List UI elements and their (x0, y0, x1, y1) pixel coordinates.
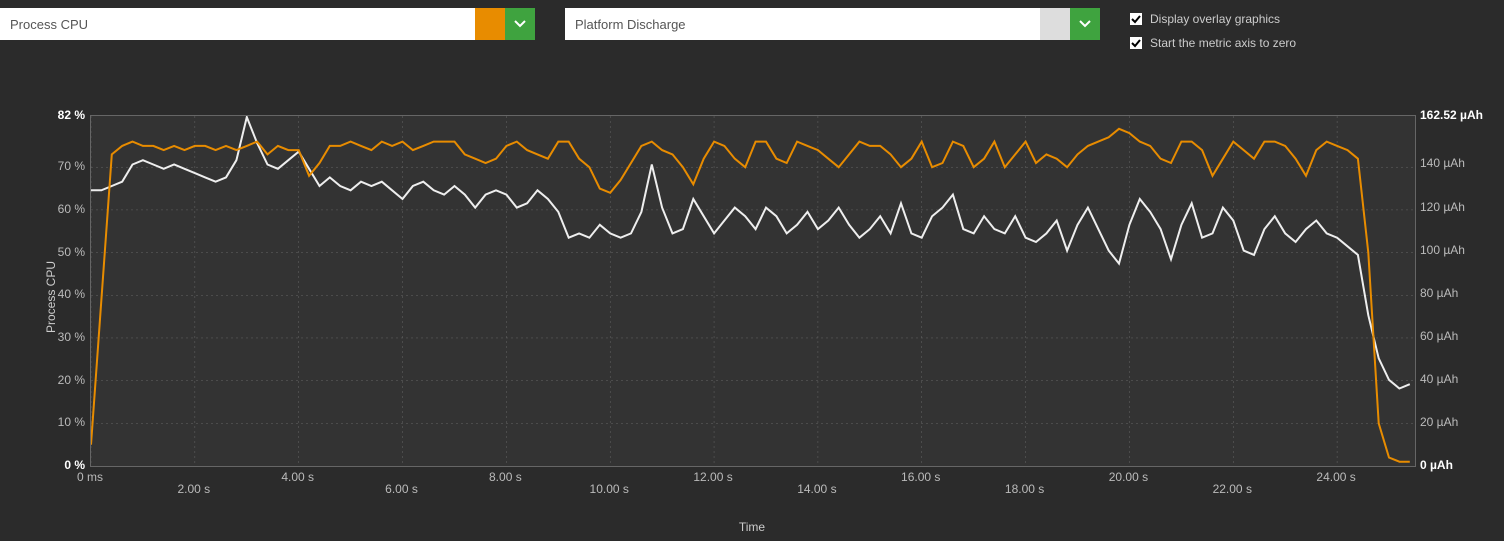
start-axis-zero-checkbox[interactable]: Start the metric axis to zero (1130, 36, 1296, 50)
metric-left-dropdown[interactable] (0, 8, 535, 40)
start-axis-zero-label: Start the metric axis to zero (1150, 36, 1296, 50)
metric-left-input[interactable] (0, 8, 475, 40)
metric-right-dropdown[interactable] (565, 8, 1100, 40)
metric-right-color-swatch (1040, 8, 1070, 40)
chart-container: Process CPU Platform Discharge Time 82 %… (0, 95, 1504, 535)
chevron-down-icon (1078, 16, 1092, 33)
chart-svg (91, 116, 1415, 466)
x-tick-labels: 0 ms2.00 s4.00 s6.00 s8.00 s10.00 s12.00… (90, 470, 1414, 500)
y-left-tick-labels: 82 %0 %10 %20 %30 %40 %50 %60 %70 % (0, 115, 85, 465)
metric-right-input[interactable] (565, 8, 1040, 40)
metric-left-color-swatch (475, 8, 505, 40)
overlay-graphics-checkbox[interactable]: Display overlay graphics (1130, 12, 1296, 26)
metric-right-expand-button[interactable] (1070, 8, 1100, 40)
overlay-graphics-label: Display overlay graphics (1150, 12, 1280, 26)
y-right-tick-labels: 162.52 µAh0 µAh20 µAh40 µAh60 µAh80 µAh1… (1420, 115, 1500, 465)
metric-left-expand-button[interactable] (505, 8, 535, 40)
chevron-down-icon (513, 16, 527, 33)
checkbox-icon (1130, 13, 1142, 25)
plot-area[interactable] (90, 115, 1416, 467)
x-axis-title: Time (0, 520, 1504, 534)
checkbox-icon (1130, 37, 1142, 49)
